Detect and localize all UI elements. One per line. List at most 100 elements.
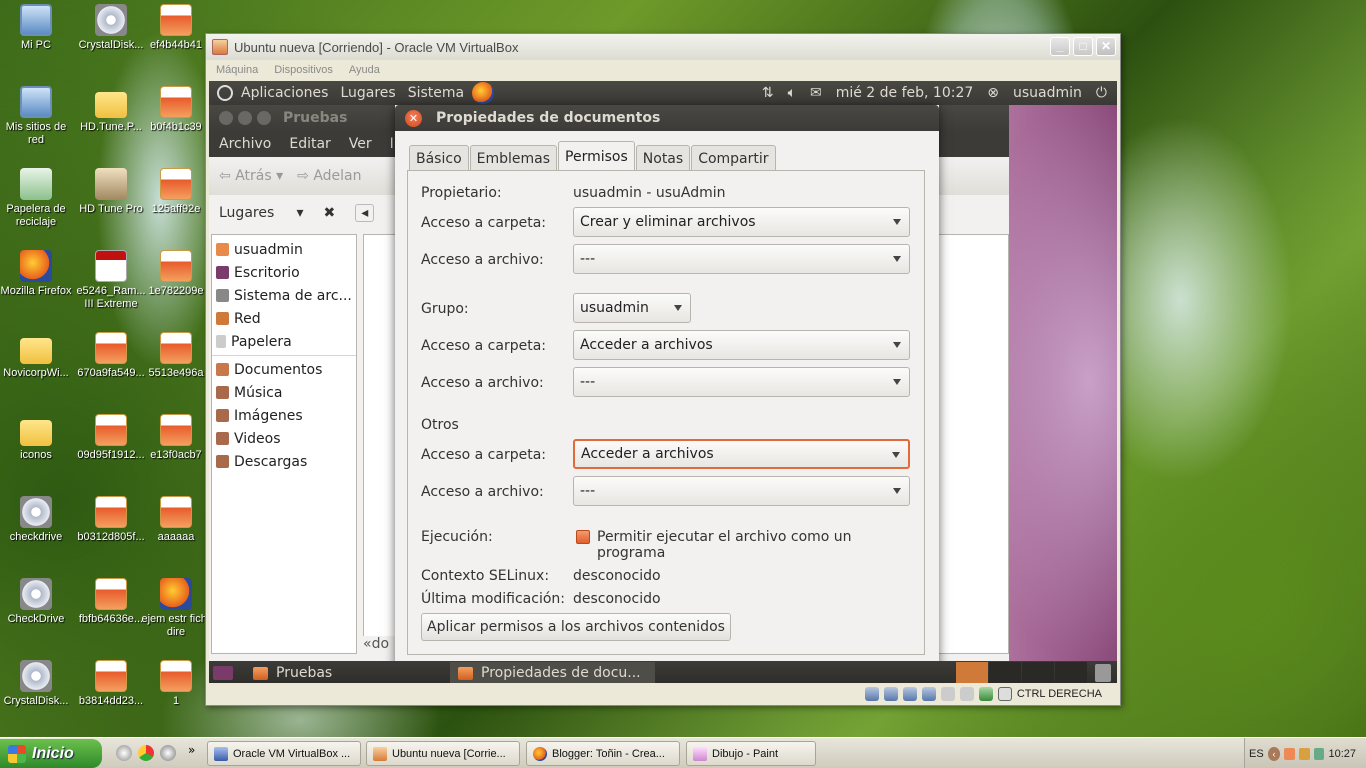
taskbar-clock[interactable]: 10:27 — [1328, 748, 1356, 760]
exec-checkbox-label[interactable]: Permitir ejecutar el archivo como un pro… — [597, 529, 924, 561]
tray-app-icon[interactable] — [1313, 747, 1325, 760]
quicklaunch-chrome-icon[interactable] — [138, 745, 154, 761]
workspace-2[interactable] — [989, 662, 1021, 684]
back-button[interactable]: ⇦ Atrás ▾ — [219, 168, 283, 184]
desktop-icon-file[interactable]: 1e782209e — [140, 250, 212, 298]
tab-notas[interactable]: Notas — [635, 145, 691, 171]
close-sidebar-icon[interactable]: ✖ — [324, 205, 336, 221]
maximize-button[interactable]: □ — [1073, 37, 1093, 56]
task-oracle-vm[interactable]: Oracle VM VirtualBox ... — [207, 741, 361, 766]
desktop-icon-hdtune-folder[interactable]: HD.Tune.P... — [75, 86, 147, 134]
mail-icon[interactable]: ✉ — [810, 85, 822, 101]
task-paint[interactable]: Dibujo - Paint — [686, 741, 816, 766]
start-button[interactable]: Inicio — [0, 739, 102, 768]
sidebar-item-escritorio[interactable]: Escritorio — [212, 261, 356, 284]
desktop-icon-crystaldisk2[interactable]: CrystalDisk... — [0, 660, 72, 708]
apply-permissions-button[interactable]: Aplicar permisos a los archivos contenid… — [421, 613, 731, 641]
keyboard-capture-icon[interactable] — [997, 687, 1012, 701]
volume-icon[interactable]: 🔈︎ — [788, 85, 796, 101]
desktop-icon-file[interactable]: b3814dd23... — [75, 660, 147, 708]
desktop-icon-recycle-bin[interactable]: Papelera de reciclaje — [0, 168, 72, 229]
owner-file-access-select[interactable]: --- — [573, 244, 910, 274]
menu-ayuda[interactable]: Ayuda — [349, 64, 380, 76]
desktop-icon-file[interactable]: 670a9fa549... — [75, 332, 147, 380]
language-indicator[interactable]: ES — [1249, 748, 1264, 760]
desktop-icon-file[interactable]: b0f4b1c39 — [140, 86, 212, 134]
sidebar-item-imagenes[interactable]: Imágenes — [212, 404, 356, 427]
cd-icon[interactable] — [883, 687, 898, 701]
mouse-integration-icon[interactable] — [978, 687, 993, 701]
quicklaunch-clock-icon[interactable] — [116, 745, 132, 761]
places-selector[interactable]: Lugares ▾ — [219, 205, 304, 221]
sidebar-item-documentos[interactable]: Documentos — [212, 358, 356, 381]
menu-sistema[interactable]: Sistema — [408, 85, 464, 101]
network-status-icon[interactable] — [921, 687, 936, 701]
others-folder-access-select[interactable]: Acceder a archivos — [573, 439, 910, 469]
menu-ver[interactable]: Ver — [349, 136, 372, 152]
menu-editar[interactable]: Editar — [289, 136, 330, 152]
forward-button[interactable]: ⇨ Adelan — [297, 168, 361, 184]
sidebar-item-musica[interactable]: Música — [212, 381, 356, 404]
tab-permisos[interactable]: Permisos — [558, 141, 635, 171]
show-desktop-icon[interactable] — [213, 666, 233, 680]
maximize-icon[interactable] — [257, 111, 271, 125]
close-button[interactable]: ✕ — [1096, 37, 1116, 56]
desktop-icon-file[interactable]: e13f0acb7 — [140, 414, 212, 462]
trash-applet-icon[interactable] — [1095, 664, 1111, 682]
firefox-launcher-icon[interactable] — [472, 82, 495, 104]
sidebar-item-papelera[interactable]: Papelera — [212, 330, 356, 353]
clock[interactable]: mié 2 de feb, 10:27 — [836, 85, 974, 101]
menu-dispositivos[interactable]: Dispositivos — [274, 64, 333, 76]
task-ubuntu-nueva[interactable]: Ubuntu nueva [Corrie... — [366, 741, 520, 766]
network-icon[interactable]: ⇅ — [762, 85, 774, 101]
close-icon[interactable]: ✕ — [405, 109, 422, 127]
others-file-access-select[interactable]: --- — [573, 476, 910, 506]
desktop-icon-file[interactable]: 09d95f1912... — [75, 414, 147, 462]
guest-screen[interactable]: Aplicaciones Lugares Sistema ⇅ 🔈︎ ✉ mié … — [209, 81, 1117, 685]
desktop-icon-checkdrive2[interactable]: CheckDrive — [0, 578, 72, 626]
sidebar-item-videos[interactable]: Videos — [212, 427, 356, 450]
task-pruebas[interactable]: Pruebas — [245, 662, 450, 684]
desktop-icon-file[interactable]: 5513e496a — [140, 332, 212, 380]
task-propiedades[interactable]: Propiedades de docu... — [450, 662, 655, 684]
group-folder-access-select[interactable]: Acceder a archivos — [573, 330, 910, 360]
tray-expand-icon[interactable]: ‹ — [1267, 746, 1281, 761]
desktop-icon-hdtune-pro[interactable]: HD Tune Pro — [75, 168, 147, 216]
tray-app-icon[interactable] — [1298, 747, 1310, 760]
desktop-icon-mi-pc[interactable]: Mi PC — [0, 4, 72, 52]
owner-folder-access-select[interactable]: Crear y eliminar archivos — [573, 207, 910, 237]
tab-compartir[interactable]: Compartir — [691, 145, 776, 171]
close-icon[interactable] — [219, 111, 233, 125]
power-icon[interactable]: ⏻ — [1096, 85, 1107, 101]
quicklaunch-browser-icon[interactable] — [160, 745, 176, 761]
desktop-icon-ejem[interactable]: ejem estr fich-dire — [140, 578, 212, 639]
desktop-icon-pdf[interactable]: e5246_Ram... III Extreme — [75, 250, 147, 311]
shared-folder-icon[interactable] — [940, 687, 955, 701]
desktop-icon-checkdrive[interactable]: checkdrive — [0, 496, 72, 544]
display-icon[interactable] — [959, 687, 974, 701]
workspace-switcher[interactable] — [956, 662, 1087, 684]
hdd-icon[interactable] — [864, 687, 879, 701]
tab-emblemas[interactable]: Emblemas — [469, 145, 558, 171]
dialog-titlebar[interactable]: ✕ Propiedades de documentos — [395, 105, 939, 131]
desktop-icon-file[interactable]: ef4b44b41 — [140, 4, 212, 52]
menu-maquina[interactable]: Máquina — [216, 64, 258, 76]
desktop-icon-file[interactable]: aaaaaa — [140, 496, 212, 544]
user-name[interactable]: usuadmin — [1013, 85, 1082, 101]
desktop-icon-mis-sitios-red[interactable]: Mis sitios de red — [0, 86, 72, 147]
exec-checkbox[interactable] — [576, 530, 590, 544]
path-left-button[interactable]: ◂ — [355, 204, 375, 222]
menu-archivo[interactable]: Archivo — [219, 136, 271, 152]
workspace-3[interactable] — [1022, 662, 1054, 684]
desktop-icon-crystaldisk[interactable]: CrystalDisk... — [75, 4, 147, 52]
task-blogger[interactable]: Blogger: Toñin - Crea... — [526, 741, 680, 766]
tray-app-icon[interactable] — [1284, 747, 1295, 760]
menu-lugares[interactable]: Lugares — [340, 85, 395, 101]
sidebar-item-usuadmin[interactable]: usuadmin — [212, 238, 356, 261]
sidebar-item-sistema[interactable]: Sistema de arc... — [212, 284, 356, 307]
desktop-icon-file[interactable]: 1 — [140, 660, 212, 708]
sidebar-item-red[interactable]: Red — [212, 307, 356, 330]
minimize-button[interactable]: _ — [1050, 37, 1070, 56]
desktop-icon-file[interactable]: fbfb64636e... — [75, 578, 147, 626]
vbox-titlebar[interactable]: Ubuntu nueva [Corriendo] - Oracle VM Vir… — [206, 34, 1120, 60]
